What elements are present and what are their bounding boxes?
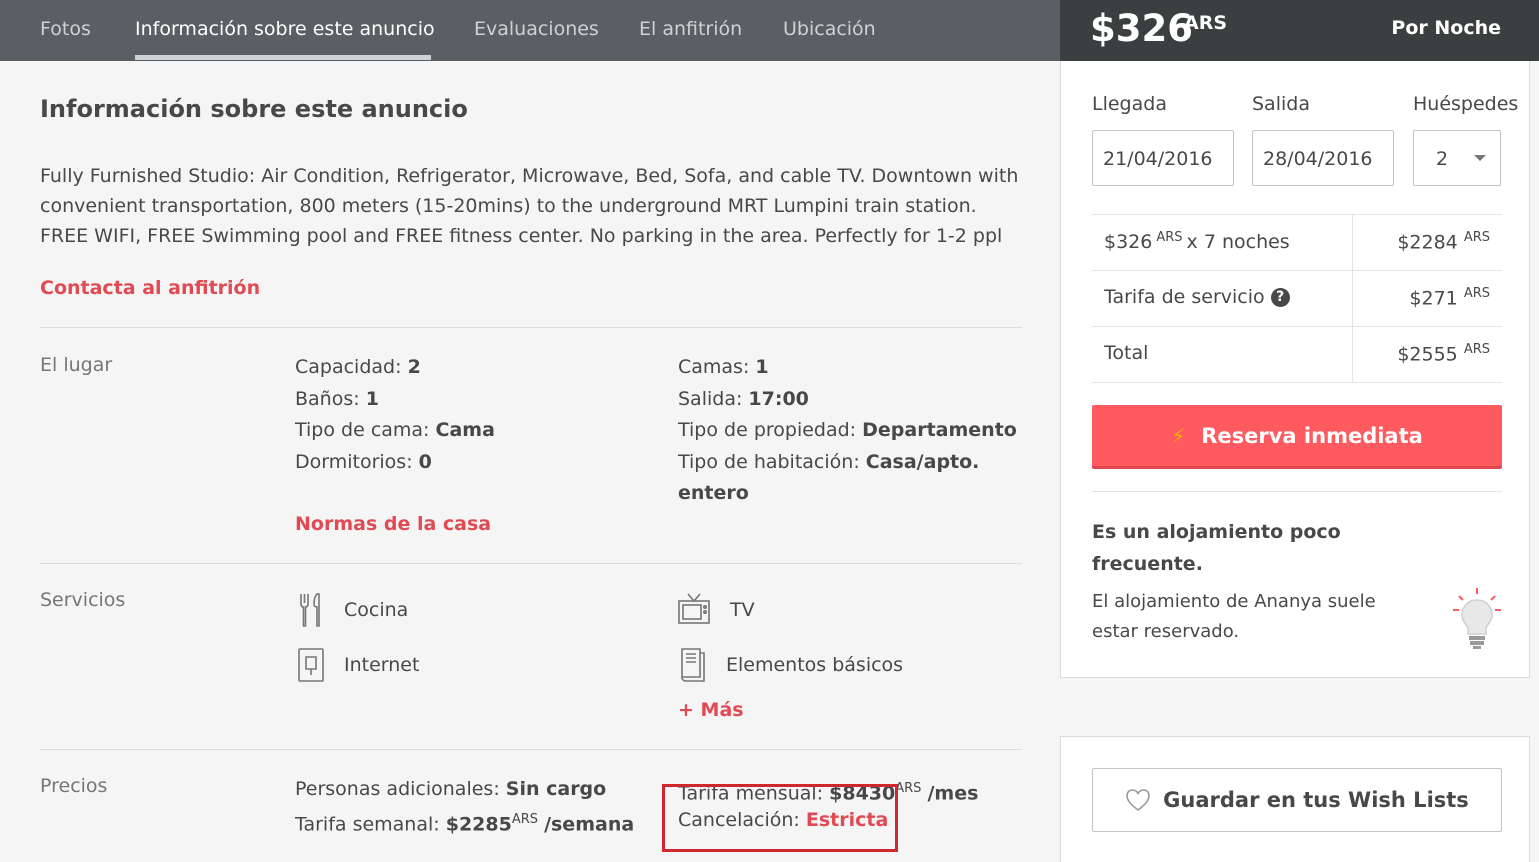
house-rules-link[interactable]: Normas de la casa bbox=[295, 513, 491, 535]
amenity-elementos: Elementos básicos bbox=[678, 648, 903, 682]
amenity-tv: TV bbox=[678, 593, 755, 627]
guests-select[interactable]: 2 bbox=[1413, 130, 1501, 186]
detail-tipo-habitacion: Tipo de habitación: Casa/apto. bbox=[678, 451, 980, 473]
price-currency: ARS bbox=[1184, 12, 1228, 34]
detail-camas: Camas: 1 bbox=[678, 356, 769, 378]
divider bbox=[40, 749, 1022, 750]
checkin-date-input[interactable]: 21/04/2016 bbox=[1092, 130, 1234, 186]
utensils-icon bbox=[300, 593, 320, 627]
amenity-cocina: Cocina bbox=[298, 593, 408, 627]
detail-tipo-propiedad: Tipo de propiedad: Departamento bbox=[678, 419, 1017, 441]
price-weekly: Tarifa semanal: $2285ARS /semana bbox=[295, 812, 635, 836]
section-label-lugar: El lugar bbox=[40, 354, 113, 376]
listing-description: Fully Furnished Studio: Air Condition, R… bbox=[40, 165, 1019, 247]
guests-label: Huéspedes bbox=[1413, 93, 1519, 115]
price-row-nights: $326 ARS x 7 noches $2284 ARS bbox=[1092, 215, 1502, 271]
price-row-total: Total $2555 ARS bbox=[1092, 327, 1502, 383]
tab-fotos[interactable]: Fotos bbox=[40, 18, 91, 40]
instant-book-button[interactable]: ⚡ Reserva inmediata bbox=[1092, 405, 1502, 469]
detail-tipo-cama: Tipo de cama: Cama bbox=[295, 419, 495, 441]
tab-anfitrion[interactable]: El anfitrión bbox=[639, 18, 742, 40]
rare-find-title: Es un alojamiento poco frecuente. bbox=[1092, 521, 1341, 575]
wishlist-panel: Guardar en tus Wish Lists bbox=[1060, 736, 1530, 862]
tab-ubicacion[interactable]: Ubicación bbox=[783, 18, 876, 40]
booking-panel: Llegada Salida Huéspedes 21/04/2016 28/0… bbox=[1060, 61, 1530, 678]
page-title: Información sobre este anuncio bbox=[40, 95, 468, 123]
divider bbox=[40, 327, 1022, 328]
section-label-servicios: Servicios bbox=[40, 589, 126, 611]
more-amenities-link[interactable]: + Más bbox=[678, 699, 744, 721]
heart-icon bbox=[1126, 789, 1150, 812]
amenity-internet: Internet bbox=[298, 648, 419, 682]
price-extra-people: Personas adicionales: Sin cargo bbox=[295, 778, 607, 800]
tab-informacion[interactable]: Información sobre este anuncio bbox=[135, 18, 435, 40]
checkin-label: Llegada bbox=[1092, 93, 1167, 115]
price-row-service-fee: Tarifa de servicio? $271 ARS bbox=[1092, 271, 1502, 327]
tv-icon bbox=[678, 593, 710, 624]
chevron-down-icon bbox=[1474, 155, 1486, 161]
page: Fotos Información sobre este anuncio Eva… bbox=[0, 0, 1539, 862]
detail-tipo-habitacion-cont: entero bbox=[678, 482, 749, 504]
listing-subnav: Fotos Información sobre este anuncio Eva… bbox=[0, 0, 1060, 61]
divider bbox=[1092, 491, 1502, 492]
towel-icon bbox=[681, 648, 705, 682]
rare-find-description: El alojamiento de Ananya suele estar res… bbox=[1092, 591, 1376, 642]
checkout-date-input[interactable]: 28/04/2016 bbox=[1252, 130, 1394, 186]
lightning-icon: ⚡ bbox=[1171, 423, 1186, 448]
section-label-precios: Precios bbox=[40, 775, 108, 797]
price-header: $326 ARS Por Noche bbox=[1060, 0, 1539, 61]
save-wishlist-button[interactable]: Guardar en tus Wish Lists bbox=[1092, 768, 1502, 832]
cancellation-highlight-box bbox=[662, 784, 898, 852]
internet-icon bbox=[298, 648, 324, 682]
price-period: Por Noche bbox=[1391, 17, 1501, 39]
help-icon[interactable]: ? bbox=[1270, 287, 1290, 307]
detail-capacidad: Capacidad: 2 bbox=[295, 356, 421, 378]
nightly-price: $326 bbox=[1090, 7, 1193, 50]
tab-evaluaciones[interactable]: Evaluaciones bbox=[474, 18, 599, 40]
price-breakdown: $326 ARS x 7 noches $2284 ARS Tarifa de se… bbox=[1092, 214, 1502, 383]
detail-banos: Baños: 1 bbox=[295, 388, 379, 410]
detail-salida: Salida: 17:00 bbox=[678, 388, 809, 410]
divider bbox=[40, 563, 1022, 564]
lightbulb-icon bbox=[1453, 588, 1501, 649]
contact-host-link[interactable]: Contacta al anfitrión bbox=[40, 277, 260, 299]
active-tab-indicator bbox=[135, 55, 431, 60]
detail-dormitorios: Dormitorios: 0 bbox=[295, 451, 432, 473]
checkout-label: Salida bbox=[1252, 93, 1310, 115]
